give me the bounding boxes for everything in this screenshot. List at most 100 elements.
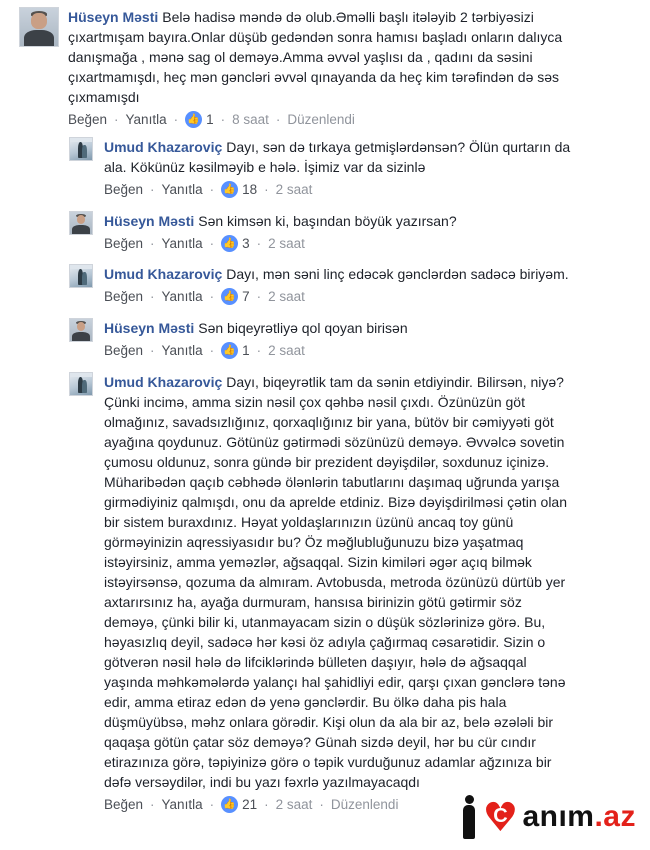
avatar-body (72, 224, 90, 234)
comment-text: Umud Khazaroviç Dayı, sən də tırkaya getm… (104, 137, 624, 177)
timestamp[interactable]: 2 saat (268, 343, 305, 358)
comment-author[interactable]: Hüseyn Məsti (68, 9, 158, 25)
comment-line: çıxmamışdı (68, 89, 140, 105)
comment-actions: Beğen · Yanıtla · 👍 1 · 2 saat (104, 342, 624, 359)
comment-text: Hüseyn Məsti Sən biqeyrətliyə qol qoyan b… (104, 318, 624, 338)
comment-author[interactable]: Umud Khazaroviç (104, 266, 222, 282)
separator: · (256, 343, 262, 358)
reply-button[interactable]: Yanıtla (162, 343, 203, 358)
like-button[interactable]: Beğen (104, 289, 143, 304)
separator: · (209, 236, 215, 251)
thumbs-up-icon[interactable]: 👍 (221, 796, 239, 813)
comment-text: Hüseyn Məsti Sən kimsən ki, başından böyü… (104, 211, 624, 231)
comment-text: Umud Khazaroviç Dayı, biqeyrətlik tam da … (104, 372, 644, 792)
person-silhouette-icon (460, 795, 478, 839)
reply-comment: Umud Khazaroviç Dayı, sən də tırkaya getm… (69, 137, 639, 198)
comment-body: Umud Khazaroviç Dayı, sən də tırkaya getm… (104, 137, 624, 198)
like-count[interactable]: 21 (242, 797, 257, 812)
avatar-head (31, 12, 47, 29)
separator: · (256, 236, 262, 251)
comment-actions: Beğen · Yanıtla · 👍 3 · 2 saat (104, 235, 624, 252)
person-body (463, 805, 476, 839)
edited-label[interactable]: Düzenlendi (287, 112, 355, 127)
like-button[interactable]: Beğen (104, 236, 143, 251)
comment-body: Hüseyn Məsti Belə hadisə məndə də olub.Əm… (68, 7, 618, 128)
comment-line: bir sistem buraxdınız. Həyat yoldaşların… (104, 514, 514, 530)
separator: · (150, 289, 155, 304)
timestamp[interactable]: 2 saat (268, 289, 305, 304)
reply-button[interactable]: Yanıtla (162, 289, 203, 304)
comment-line: deməyə, çünki bilir ki, utanmayacam sizi… (104, 614, 546, 630)
comment-author[interactable]: Hüseyn Məsti (104, 320, 194, 336)
like-count[interactable]: 3 (242, 236, 250, 251)
separator: · (173, 112, 179, 127)
thumbs-up-icon[interactable]: 👍 (221, 288, 239, 305)
avatar[interactable] (69, 372, 93, 396)
separator: · (256, 289, 262, 304)
avatar[interactable] (69, 211, 93, 235)
separator: · (150, 343, 155, 358)
like-count[interactable]: 18 (242, 182, 257, 197)
like-button[interactable]: Beğen (104, 343, 143, 358)
thumbs-up-icon[interactable]: 👍 (221, 235, 239, 252)
comment-line: ala. Kökünüz kəsilməyib e hələ. İşimiz v… (104, 159, 426, 175)
like-count[interactable]: 1 (242, 343, 250, 358)
timestamp[interactable]: 8 saat (232, 112, 269, 127)
like-button[interactable]: Beğen (104, 182, 143, 197)
avatar-body (72, 331, 90, 341)
separator: · (264, 182, 269, 197)
reply-comment: Umud Khazaroviç Dayı, mən səni linç edəcə… (69, 264, 639, 305)
separator: · (220, 112, 226, 127)
comment-line: qaqaşa götün çatar söz deməyə? Günah siz… (104, 734, 536, 750)
reply-comment: Hüseyn Məsti Sən kimsən ki, başından böyü… (69, 211, 639, 252)
person-head (465, 795, 475, 804)
comment-line: çıxartmışam bayıra.Onlar düşüb gedəndən … (68, 29, 563, 45)
edited-label[interactable]: Düzenlendi (331, 797, 399, 812)
timestamp[interactable]: 2 saat (268, 236, 305, 251)
comment-actions: Beğen · Yanıtla · 👍 1 · 8 saat · Düzenle… (68, 111, 618, 128)
comment-line: Dayı, mən səni linç edəcək gənclərdən sa… (226, 266, 569, 282)
separator: · (150, 797, 155, 812)
comment-line: Sən biqeyrətliyə qol qoyan birisən (198, 320, 408, 336)
comment-line: çumosu oldunuz, sonra gündə bir preziden… (104, 454, 550, 470)
comment-line: dəfə versəydilər, indi bu yazı fəxrlə ya… (104, 774, 420, 790)
comment-body: Umud Khazaroviç Dayı, mən səni linç edəcə… (104, 264, 624, 305)
comment-text: Hüseyn Məsti Belə hadisə məndə də olub.Əm… (68, 7, 618, 107)
timestamp[interactable]: 2 saat (276, 797, 313, 812)
comment-line: axtarırsınız ha, ayağa durmuram, hansısa… (104, 594, 522, 610)
timestamp[interactable]: 2 saat (276, 182, 313, 197)
reply-button[interactable]: Yanıtla (126, 112, 167, 127)
separator: · (275, 112, 281, 127)
separator: · (209, 182, 215, 197)
like-button[interactable]: Beğen (104, 797, 143, 812)
like-count[interactable]: 1 (206, 112, 214, 127)
comment-author[interactable]: Hüseyn Məsti (104, 213, 194, 229)
comment-line: istəyirsənsə, qozuma da almıram. Avtobus… (104, 574, 566, 590)
comment-line: görməyinizin aqressiyasıdır bu? Öz məğlu… (104, 534, 524, 550)
thumbs-up-icon[interactable]: 👍 (221, 181, 239, 198)
reply-button[interactable]: Yanıtla (162, 797, 203, 812)
avatar[interactable] (69, 264, 93, 288)
like-count[interactable]: 7 (242, 289, 250, 304)
reply-button[interactable]: Yanıtla (162, 236, 203, 251)
avatar[interactable] (69, 318, 93, 342)
avatar[interactable] (19, 7, 59, 47)
watermark-text-b: .az (594, 800, 636, 833)
comment-author[interactable]: Umud Khazaroviç (104, 139, 222, 155)
comment-body: Hüseyn Məsti Sən kimsən ki, başından böyü… (104, 211, 624, 252)
avatar[interactable] (69, 137, 93, 161)
reply-button[interactable]: Yanıtla (162, 182, 203, 197)
like-button[interactable]: Beğen (68, 112, 107, 127)
comment-author[interactable]: Umud Khazaroviç (104, 374, 222, 390)
comment-line: girmədiyiniz qalmışdı, onu da aprelde et… (104, 494, 568, 510)
comment-line: istəyirsiniz, amma yeməzlər, ağsaqqal. S… (104, 554, 532, 570)
comment-line: Dayı, biqeyrətlik tam da sənin etdiyindi… (226, 374, 564, 390)
thumbs-up-icon[interactable]: 👍 (185, 111, 203, 128)
separator: · (209, 289, 215, 304)
watermark-text: anım.az (522, 800, 636, 834)
thumbs-up-icon[interactable]: 👍 (221, 342, 239, 359)
comment-line: danışmağa , mənə sag ol deməyə.Amma əvvə… (68, 49, 533, 65)
comment-line: yaşında məhkəmələrdə yalançı hal şahidli… (104, 674, 566, 690)
comment-body: Umud Khazaroviç Dayı, biqeyrətlik tam da … (104, 372, 644, 813)
avatar-head (76, 321, 86, 331)
